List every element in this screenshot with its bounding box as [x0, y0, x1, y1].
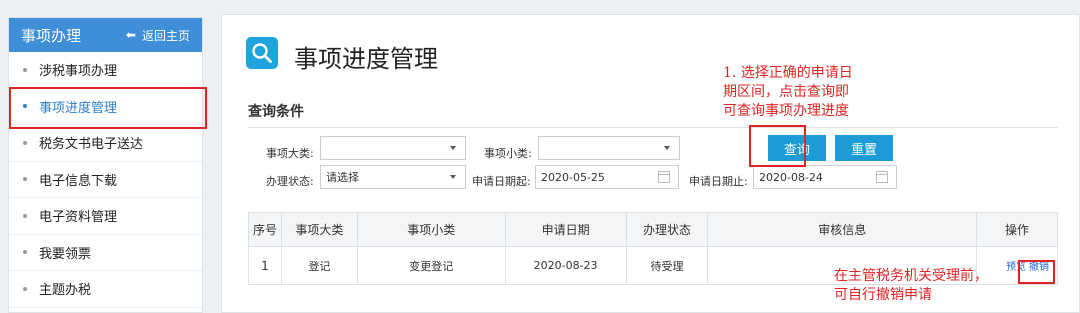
bullet-icon [23, 140, 27, 145]
sidebar-item-label: 涉税事项办理 [39, 64, 118, 80]
sidebar-title: 事项办理 [21, 26, 82, 45]
status-label: 办理状态: [266, 175, 314, 188]
sidebar-item-label: 电子信息下载 [39, 173, 118, 189]
sidebar-item-label: 主题办税 [39, 283, 92, 299]
date-from-field[interactable]: 2020-05-25 [535, 165, 679, 189]
bullet-icon [23, 286, 27, 291]
cell-category: 登记 [280, 246, 358, 285]
search-icon [246, 37, 278, 69]
page-title: 事项进度管理 [294, 45, 438, 73]
sidebar-item-label: 电子资料管理 [39, 210, 118, 226]
sidebar-item-materials[interactable]: 电子资料管理 [9, 198, 202, 235]
header-review: 审核信息 [707, 212, 978, 247]
sidebar-item-progress[interactable]: 事项进度管理 [9, 89, 202, 125]
revoke-link[interactable]: 撤销 [1029, 262, 1049, 273]
category-select[interactable] [320, 136, 466, 160]
header-date: 申请日期 [504, 212, 627, 247]
cell-subcategory: 变更登记 [356, 246, 506, 285]
date-from-value: 2020-05-25 [541, 170, 605, 184]
annotation-revoke-note: 在主管税务机关受理前， 可自行撤销申请 [834, 267, 988, 305]
annotation-line: 在主管税务机关受理前， [834, 268, 988, 284]
date-to-label: 申请日期止: [689, 175, 748, 188]
annotation-query-note: 1. 选择正确的申请日 期区间，点击查询即 可查询事项办理进度 [723, 64, 853, 121]
sidebar-item-documents[interactable]: 税务文书电子送达 [9, 125, 202, 162]
cell-index: 1 [248, 246, 282, 285]
sidebar: 事项办理 ⬅ 返回主页 涉税事项办理 事项进度管理 税务文书电子送达 电子信息下… [8, 17, 203, 313]
sidebar-header: 事项办理 ⬅ 返回主页 [9, 18, 202, 52]
date-from-label: 申请日期起: [472, 175, 531, 188]
query-button[interactable]: 查询 [768, 135, 826, 161]
cell-status: 待受理 [625, 246, 709, 285]
header-category: 事项大类 [280, 212, 358, 247]
header-actions: 操作 [976, 212, 1058, 247]
header-status: 办理状态 [625, 212, 709, 247]
bullet-icon [23, 250, 27, 255]
bullet-icon [23, 67, 27, 72]
date-to-value: 2020-08-24 [759, 170, 823, 184]
bullet-icon [23, 104, 27, 109]
table-header-row: 序号 事项大类 事项小类 申请日期 办理状态 审核信息 操作 [248, 212, 1058, 247]
date-to-field[interactable]: 2020-08-24 [753, 165, 897, 189]
back-home-link[interactable]: ⬅ 返回主页 [126, 27, 190, 44]
status-select[interactable]: 请选择 [320, 165, 466, 189]
cell-actions: 预览 撤销 [976, 246, 1058, 285]
reset-button[interactable]: 重置 [835, 135, 893, 161]
sidebar-item-invoice[interactable]: 我要领票 [9, 235, 202, 271]
sidebar-item-download[interactable]: 电子信息下载 [9, 162, 202, 198]
back-arrow-icon: ⬅ [125, 28, 136, 42]
cell-date: 2020-08-23 [504, 246, 627, 285]
back-home-label: 返回主页 [141, 28, 190, 43]
calendar-icon[interactable] [876, 171, 888, 183]
subcategory-select[interactable] [538, 136, 680, 160]
annotation-line: 可自行撤销申请 [834, 287, 932, 303]
header-index: 序号 [248, 212, 282, 247]
calendar-icon[interactable] [658, 171, 670, 183]
divider [248, 127, 1058, 128]
section-label: 查询条件 [248, 104, 304, 120]
category-label: 事项大类: [266, 147, 314, 160]
sidebar-item-label: 我要领票 [39, 246, 92, 262]
sidebar-item-themes[interactable]: 主题办税 [9, 271, 202, 308]
status-value: 请选择 [326, 171, 359, 184]
sidebar-item-label: 事项进度管理 [39, 100, 118, 116]
annotation-line: 可查询事项办理进度 [723, 103, 849, 119]
main-panel: 事项进度管理 查询条件 事项大类: 事项小类: 查询 重置 办理状态: 请选择 … [221, 14, 1080, 313]
annotation-line: 1. 选择正确的申请日 [723, 65, 853, 81]
subcategory-label: 事项小类: [484, 147, 532, 160]
chevron-down-icon [664, 146, 670, 150]
preview-link[interactable]: 预览 [1006, 262, 1026, 273]
bullet-icon [23, 177, 27, 182]
sidebar-item-label: 税务文书电子送达 [39, 137, 144, 153]
sidebar-item-tax-matters[interactable]: 涉税事项办理 [9, 52, 202, 89]
header-subcategory: 事项小类 [356, 212, 506, 247]
chevron-down-icon [450, 146, 456, 150]
bullet-icon [23, 213, 27, 218]
chevron-down-icon [450, 175, 456, 179]
annotation-line: 期区间，点击查询即 [723, 84, 849, 100]
